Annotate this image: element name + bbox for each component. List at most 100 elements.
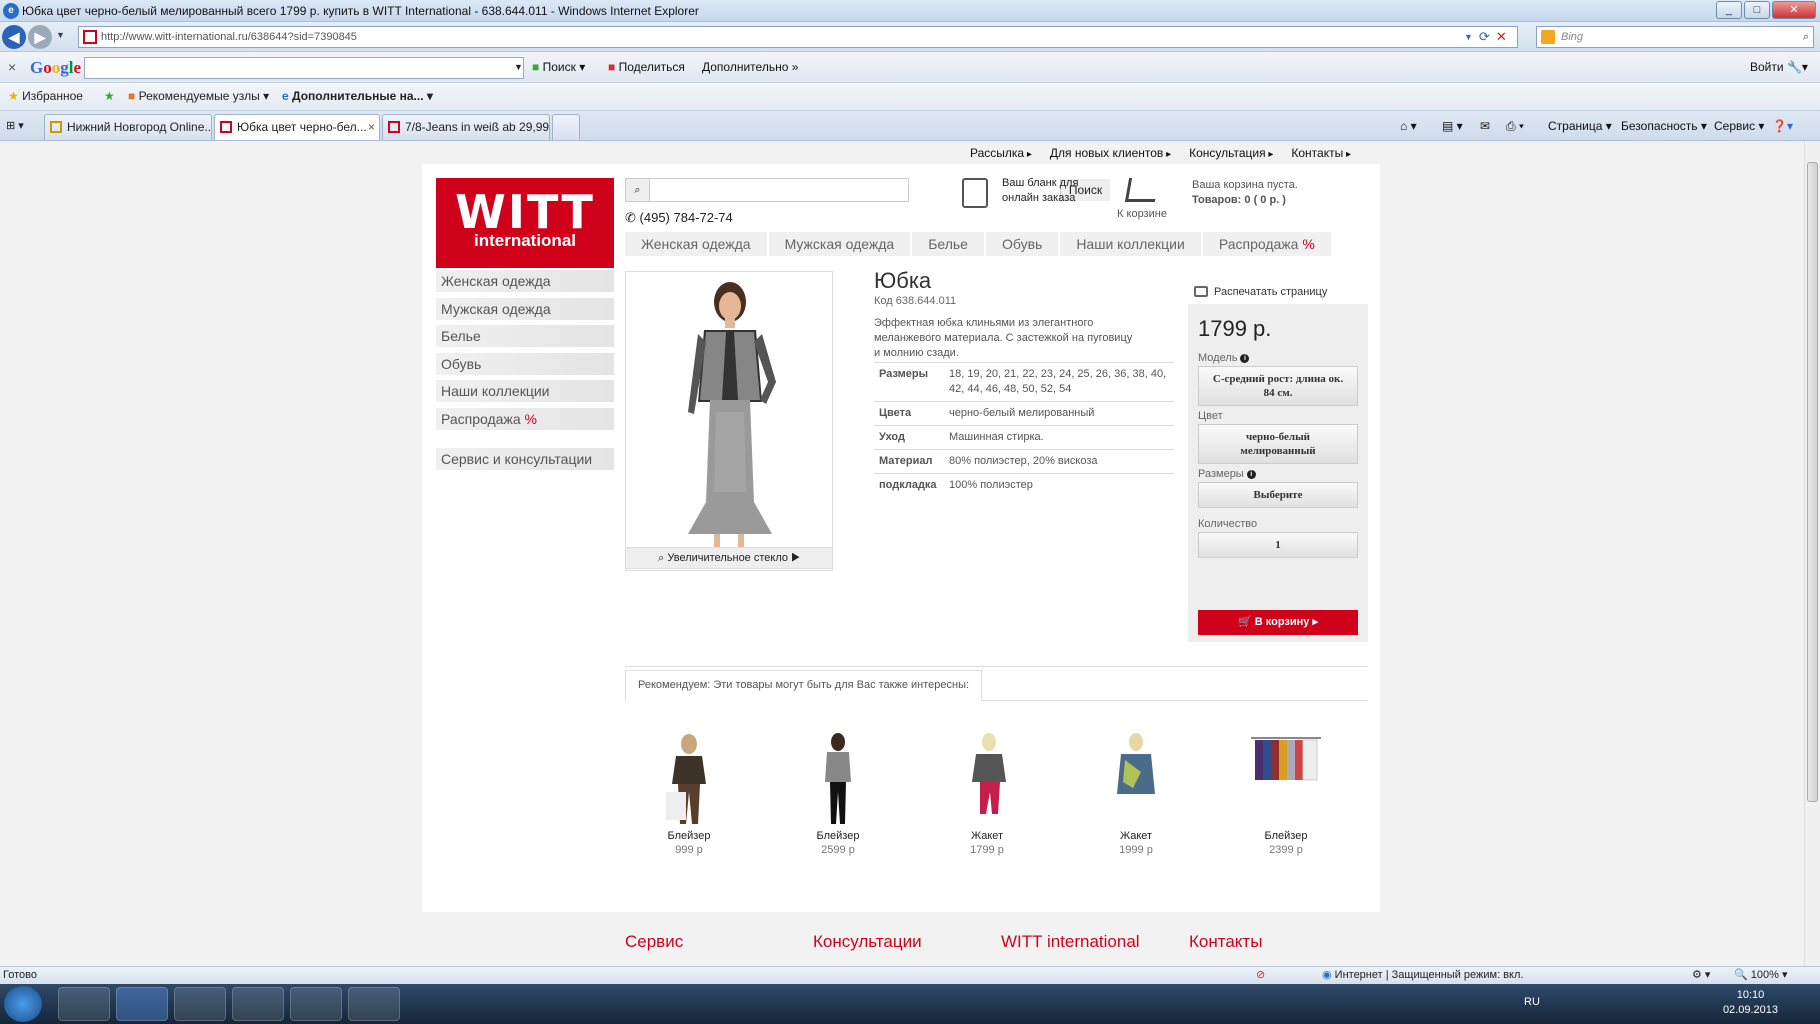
google-login-button[interactable]: Войти 🔧▾ <box>1750 60 1808 74</box>
cart-link[interactable]: К корзине <box>1112 174 1172 220</box>
search-icon[interactable]: ⌕ <box>1803 27 1809 47</box>
back-button[interactable]: ◀ <box>2 25 26 49</box>
browser-tabs: ⊞ ▾ Нижний Новгород Online... Юбка цвет … <box>0 111 1820 141</box>
minimize-button[interactable]: _ <box>1716 1 1742 19</box>
footer-contacts[interactable]: Контакты <box>1189 932 1377 952</box>
cart-icon <box>1124 178 1160 202</box>
model-select[interactable]: С-средний рост: длина ок. 84 см. <box>1198 366 1358 406</box>
sidebar-item-women[interactable]: Женская одежда <box>436 270 614 292</box>
scrollbar-thumb[interactable] <box>1807 162 1818 802</box>
add-favorite-icon[interactable]: ★ <box>104 89 115 103</box>
order-form-link[interactable]: Ваш бланк для онлайн заказа <box>962 176 1092 208</box>
recommend-item[interactable]: Блейзер 2399 р <box>1226 732 1346 856</box>
sidebar-item-collections[interactable]: Наши коллекции <box>436 380 614 402</box>
zoom-level[interactable]: 🔍 100% ▾ <box>1734 967 1787 984</box>
forward-button[interactable]: ▶ <box>28 25 52 49</box>
addons-button[interactable]: e Дополнительные на... ▾ <box>282 89 433 103</box>
main-category-tabs: Женская одежда Мужская одежда Белье Обув… <box>625 232 1333 256</box>
sidebar-item-men[interactable]: Мужская одежда <box>436 297 614 320</box>
tab-shoes[interactable]: Обувь <box>985 232 1061 256</box>
sidebar: Женская одежда Мужская одежда Белье Обув… <box>436 270 614 475</box>
tab-nizhny[interactable]: Нижний Новгород Online... <box>44 114 212 140</box>
add-to-cart-button[interactable]: 🛒 В корзину ▸ <box>1198 610 1358 635</box>
help-icon[interactable]: ❓▾ <box>1772 119 1793 133</box>
tab-jeans[interactable]: 7/8-Jeans in weiß ab 29,99 ... <box>382 114 550 140</box>
maximize-button[interactable]: □ <box>1744 1 1770 19</box>
new-tab-button[interactable] <box>552 114 580 140</box>
explorer-taskbar-icon[interactable] <box>58 987 110 1021</box>
share-button[interactable]: ■ Поделиться <box>608 60 685 74</box>
language-indicator[interactable]: RU <box>1524 996 1540 1008</box>
tab-women[interactable]: Женская одежда <box>625 232 769 256</box>
start-button[interactable] <box>4 986 42 1022</box>
excel-taskbar-icon[interactable] <box>290 987 342 1021</box>
refresh-icon[interactable]: ⟳ <box>1479 26 1490 48</box>
tab-sale[interactable]: Распродажа % <box>1202 232 1333 256</box>
recommend-item[interactable]: Блейзер 999 р <box>629 732 749 856</box>
footer-witt[interactable]: WITT international <box>1001 932 1189 952</box>
info-icon[interactable]: i <box>1240 353 1250 363</box>
tab-men[interactable]: Мужская одежда <box>768 232 913 256</box>
footer-service[interactable]: Сервис <box>625 932 813 952</box>
word-taskbar-icon[interactable] <box>348 987 400 1021</box>
popup-blocker-icon[interactable]: ⊘ <box>1256 967 1265 984</box>
bing-search-input[interactable]: Bing ⌕ <box>1536 26 1814 48</box>
info-icon[interactable]: i <box>1246 469 1256 479</box>
tab-witt-skirt[interactable]: Юбка цвет черно-бел... × <box>214 114 380 140</box>
recommend-item-image <box>1251 732 1321 824</box>
tab-lingerie[interactable]: Белье <box>912 232 986 256</box>
tab-collections[interactable]: Наши коллекции <box>1060 232 1203 256</box>
zoom-link[interactable]: ⌕ Увеличительное стекло ▶ <box>625 547 833 569</box>
close-toolbar-icon[interactable]: × <box>8 59 16 75</box>
recommend-item-image <box>952 732 1022 824</box>
vertical-scrollbar[interactable] <box>1804 142 1820 966</box>
close-tab-icon[interactable]: × <box>368 115 375 139</box>
footer-consultations[interactable]: Консультации <box>813 932 1001 952</box>
google-search-dropdown-icon[interactable]: ▼ <box>514 62 523 72</box>
close-window-button[interactable]: ✕ <box>1772 1 1816 19</box>
sidebar-item-sale[interactable]: Распродажа % <box>436 407 614 430</box>
site-search-input[interactable]: ⌕ Поиск <box>625 178 1110 202</box>
more-button[interactable]: Дополнительно » <box>702 60 798 74</box>
witt-logo[interactable]: WITT international <box>436 178 614 268</box>
home-icon[interactable]: ⌂ ▾ <box>1400 119 1417 133</box>
url-dropdown-icon[interactable]: ▼ <box>1464 26 1473 48</box>
color-select[interactable]: черно-белый мелированный <box>1198 424 1358 464</box>
status-options-icon[interactable]: ⚙ ▾ <box>1692 967 1710 984</box>
sidebar-item-lingerie[interactable]: Белье <box>436 325 614 347</box>
feeds-icon[interactable]: ▤ ▾ <box>1442 119 1463 133</box>
sidebar-item-shoes[interactable]: Обувь <box>436 352 614 375</box>
google-search-button[interactable]: ■ Поиск ▾ <box>532 60 585 74</box>
ie-taskbar-icon[interactable] <box>116 987 168 1021</box>
service-menu[interactable]: Сервис ▾ <box>1714 119 1764 133</box>
google-search-input[interactable] <box>84 57 524 79</box>
recommend-item[interactable]: Блейзер 2599 р <box>778 732 898 856</box>
topnav-consultation[interactable]: Консультация <box>1189 146 1273 160</box>
outlook-taskbar-icon[interactable] <box>232 987 284 1021</box>
mail-icon[interactable]: ✉ <box>1480 119 1490 133</box>
page-menu[interactable]: Страница ▾ <box>1548 119 1612 133</box>
favorites-button[interactable]: ★ Избранное <box>8 89 83 103</box>
print-page-link[interactable]: Распечатать страницу <box>1192 286 1327 298</box>
topnav-new-clients[interactable]: Для новых клиентов <box>1050 146 1171 160</box>
recommend-item[interactable]: Жакет 1999 р <box>1076 732 1196 856</box>
chrome-taskbar-icon[interactable] <box>174 987 226 1021</box>
print-icon[interactable]: ⎙ ▾ <box>1506 119 1524 134</box>
size-select[interactable]: Выберите <box>1198 482 1358 508</box>
history-dropdown-icon[interactable]: ▼ <box>56 30 65 40</box>
recommend-item[interactable]: Жакет 1799 р <box>927 732 1047 856</box>
topnav-contacts[interactable]: Контакты <box>1291 146 1351 160</box>
security-menu[interactable]: Безопасность ▾ <box>1621 119 1707 133</box>
quick-tabs-icon[interactable]: ⊞ ▾ <box>6 119 24 132</box>
suggested-sites-button[interactable]: ■ Рекомендуемые узлы ▾ <box>128 89 269 103</box>
sidebar-item-service[interactable]: Сервис и консультации <box>436 447 614 470</box>
recommend-tab[interactable]: Рекомендуем: Эти товары могут быть для В… <box>625 670 983 701</box>
zone-info[interactable]: ◉ Интернет | Защищенный режим: вкл. <box>1322 967 1523 984</box>
stop-icon[interactable]: ✕ <box>1496 26 1507 48</box>
topnav-newsletter[interactable]: Рассылка <box>970 146 1032 160</box>
url-input[interactable]: http://www.witt-international.ru/638644?… <box>78 26 1518 48</box>
product-image[interactable] <box>625 271 833 571</box>
quantity-input[interactable]: 1 <box>1198 532 1358 558</box>
system-clock[interactable]: 10:10 02.09.2013 <box>1723 988 1778 1018</box>
printer-icon <box>1194 286 1208 297</box>
